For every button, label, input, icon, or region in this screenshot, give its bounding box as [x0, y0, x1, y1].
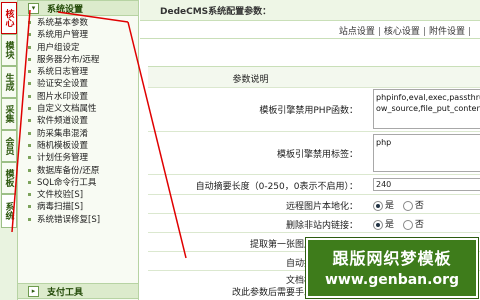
- annotation-line: [57, 11, 129, 23]
- annotation-line: [11, 9, 31, 233]
- annotation-line: [127, 21, 187, 259]
- watermark-logo: 跟版网织梦模板 www.genban.org: [306, 238, 478, 298]
- watermark-url: www.genban.org: [324, 272, 459, 288]
- watermark-title: 跟版网织梦模板: [332, 249, 452, 268]
